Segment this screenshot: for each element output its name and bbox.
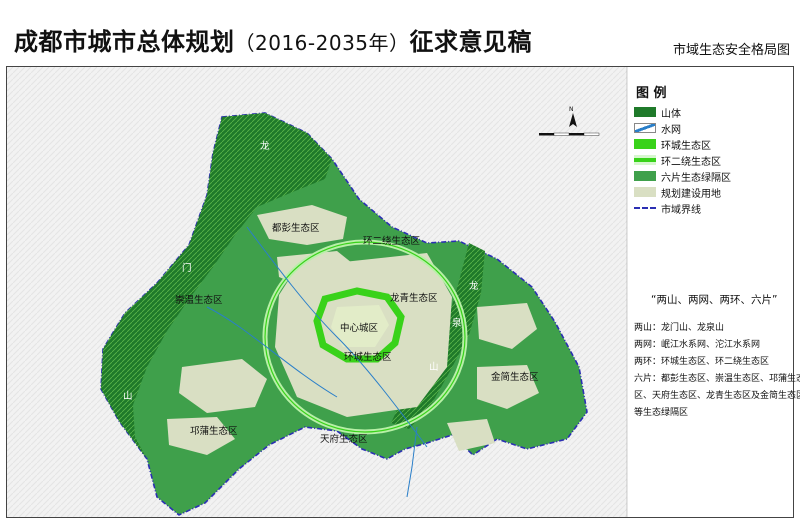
summary-line: 两网：岷江水系网、沱江水系网 xyxy=(634,340,761,350)
water-swatch-icon xyxy=(634,123,656,134)
legend-label: 环城生态区 xyxy=(661,140,711,152)
summary-line: 两山：龙门山、龙泉山 xyxy=(634,323,725,333)
legend-item-ring-ecozone: 环城生态区 xyxy=(634,137,784,152)
label-huancheng: 环城生态区 xyxy=(344,351,392,363)
label-longqing: 龙青生态区 xyxy=(390,292,438,304)
label-shan2: 山 xyxy=(429,362,439,373)
boundary-swatch-icon xyxy=(634,207,656,210)
legend-item-construction: 规划建设用地 xyxy=(634,185,784,200)
legend-item-six-zones: 六片生态绿隔区 xyxy=(634,169,784,184)
legend-item-water: 水网 xyxy=(634,121,784,136)
legend-label: 水网 xyxy=(661,124,681,136)
summary-line: 区、天府生态区、龙青生态区及金简生态区 xyxy=(634,391,800,401)
label-quan: 泉 xyxy=(452,317,462,329)
title-tail: 征求意见稿 xyxy=(409,28,533,56)
summary-line: 等生态绿隔区 xyxy=(634,408,689,418)
label-dupeng: 都彭生态区 xyxy=(272,222,320,234)
legend-label: 六片生态绿隔区 xyxy=(661,172,731,184)
label-zhongxin: 中心城区 xyxy=(340,322,379,334)
legend-item-second-ring: 环二绕生态区 xyxy=(634,153,784,168)
page-title: 成都市城市总体规划（2016-2035年）征求意见稿 xyxy=(14,22,532,57)
construction-land-swatch-icon xyxy=(634,187,656,198)
summary-text: 两山：龙门山、龙泉山 两网：岷江水系网、沱江水系网 两环：环城生态区、环二绕生态… xyxy=(634,320,800,422)
title-main: 成都市城市总体规划 xyxy=(14,28,235,56)
legend-label: 山体 xyxy=(661,108,681,120)
label-chongwen: 崇温生态区 xyxy=(175,294,223,306)
legend-label: 环二绕生态区 xyxy=(661,156,721,168)
summary-line: 两环：环城生态区、环二绕生态区 xyxy=(634,357,770,367)
second-ring-swatch-icon xyxy=(634,155,656,166)
summary-line: 六片：都彭生态区、崇温生态区、邛蒲生态 xyxy=(634,374,800,384)
label-huaner: 环二绕生态区 xyxy=(363,235,421,247)
legend-item-boundary: 市域界线 xyxy=(634,201,784,216)
title-bar: 成都市城市总体规划（2016-2035年）征求意见稿 市域生态安全格局图 xyxy=(0,0,800,62)
legend-item-mountain: 山体 xyxy=(634,105,784,120)
legend-label: 规划建设用地 xyxy=(661,188,721,200)
title-years: （2016-2035年） xyxy=(234,31,410,55)
legend-title: 图 例 xyxy=(636,86,667,101)
label-jinjian: 金简生态区 xyxy=(491,371,539,383)
label-long2: 龙 xyxy=(469,280,479,292)
map-subtitle: 市域生态安全格局图 xyxy=(672,43,790,58)
label-long1: 龙 xyxy=(260,140,270,152)
compass-north-label: N xyxy=(569,106,574,113)
label-qiongpu: 邛蒲生态区 xyxy=(190,425,238,437)
label-tianfu: 天府生态区 xyxy=(320,433,368,445)
summary-title: “两山、两网、两环、六片” xyxy=(651,294,778,306)
label-men: 门 xyxy=(182,262,192,274)
legend: 图 例 山体 水网 环城生态区 环二绕生态区 六片生态绿隔区 规划建设用地 市域… xyxy=(634,82,784,217)
mountain-swatch-icon xyxy=(634,107,656,118)
six-zones-swatch-icon xyxy=(634,171,656,182)
legend-label: 市域界线 xyxy=(661,204,701,216)
label-shan1: 山 xyxy=(123,391,133,402)
ring-ecozone-swatch-icon xyxy=(634,139,656,150)
